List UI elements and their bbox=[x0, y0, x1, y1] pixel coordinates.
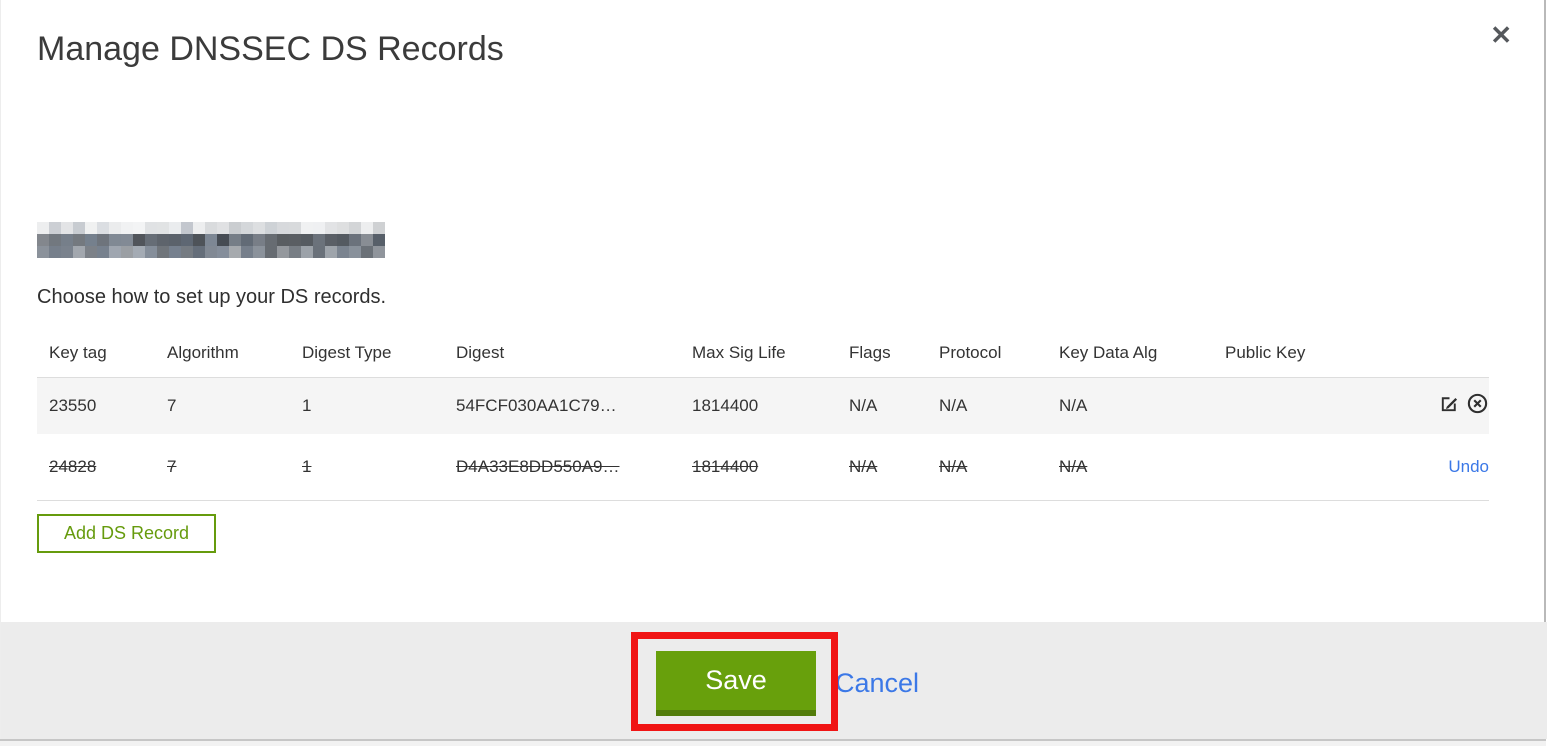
col-digest-type: Digest Type bbox=[302, 343, 392, 363]
cell-algorithm: 7 bbox=[167, 395, 177, 415]
table-header-row: Key tag Algorithm Digest Type Digest Max… bbox=[37, 330, 1489, 377]
col-max-sig-life: Max Sig Life bbox=[692, 343, 786, 363]
subtitle-text: Choose how to set up your DS records. bbox=[37, 286, 387, 308]
cell-algorithm: 7 bbox=[167, 456, 177, 476]
save-button[interactable]: Save bbox=[656, 651, 816, 716]
col-algorithm: Algorithm bbox=[167, 343, 239, 363]
edit-icon[interactable] bbox=[1438, 392, 1461, 420]
col-key-data-alg: Key Data Alg bbox=[1059, 343, 1158, 363]
cell-flags: N/A bbox=[849, 456, 878, 476]
row-actions: Undo bbox=[1355, 434, 1489, 500]
col-key-tag: Key tag bbox=[49, 343, 107, 363]
cell-flags: N/A bbox=[849, 395, 878, 415]
cell-protocol: N/A bbox=[939, 456, 968, 476]
delete-icon[interactable] bbox=[1466, 392, 1489, 420]
cancel-link[interactable]: Cancel bbox=[835, 668, 919, 699]
add-ds-record-button[interactable]: Add DS Record bbox=[37, 514, 217, 553]
cell-digest: 54FCF030AA1C79… bbox=[456, 395, 617, 415]
cell-key-tag: 24828 bbox=[49, 456, 97, 476]
cell-key-data-alg: N/A bbox=[1059, 395, 1088, 415]
close-icon[interactable]: ✕ bbox=[1490, 22, 1512, 48]
cell-max-sig-life: 1814400 bbox=[692, 456, 759, 476]
col-protocol: Protocol bbox=[939, 343, 1002, 363]
cell-digest-type: 1 bbox=[302, 456, 312, 476]
col-actions bbox=[1355, 330, 1489, 377]
redacted-domain-name bbox=[37, 222, 385, 258]
row-actions bbox=[1355, 377, 1489, 434]
cell-digest-type: 1 bbox=[302, 395, 312, 415]
cell-public-key bbox=[1225, 434, 1355, 500]
cell-public-key bbox=[1225, 377, 1355, 434]
undo-link[interactable]: Undo bbox=[1448, 457, 1489, 476]
col-public-key: Public Key bbox=[1225, 343, 1306, 363]
page-bottom-edge bbox=[0, 739, 1546, 746]
cell-digest: D4A33E8DD550A9… bbox=[456, 456, 620, 476]
col-flags: Flags bbox=[849, 343, 891, 363]
dnssec-dialog: Manage DNSSEC DS Records ✕ Choose how to… bbox=[0, 0, 1547, 739]
table-row: 23550 7 1 54FCF030AA1C79… 1814400 N/A N/… bbox=[37, 377, 1489, 434]
ds-records-table: Key tag Algorithm Digest Type Digest Max… bbox=[37, 330, 1489, 501]
page-title: Manage DNSSEC DS Records bbox=[37, 30, 504, 68]
table-row-deleted: 24828 7 1 D4A33E8DD550A9… 1814400 N/A N/… bbox=[37, 434, 1489, 500]
cell-max-sig-life: 1814400 bbox=[692, 395, 759, 415]
cell-protocol: N/A bbox=[939, 395, 968, 415]
cell-key-tag: 23550 bbox=[49, 395, 97, 415]
cell-key-data-alg: N/A bbox=[1059, 456, 1088, 476]
col-digest: Digest bbox=[456, 343, 505, 363]
